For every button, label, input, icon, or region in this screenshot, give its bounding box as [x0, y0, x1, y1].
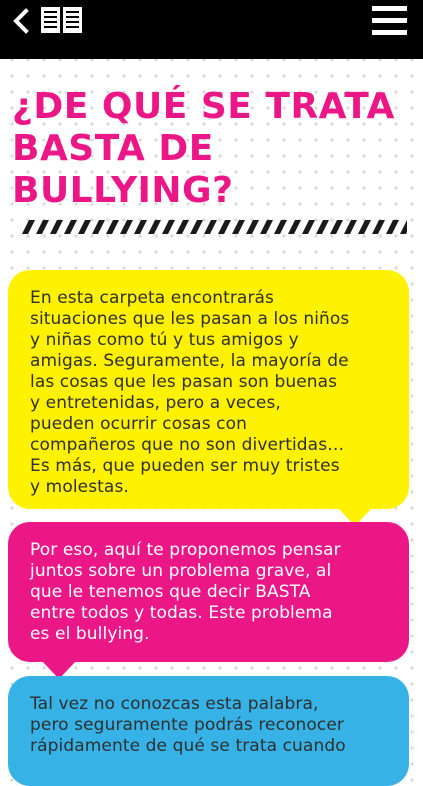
- bubble-text: En esta carpeta encontrarás situaciones …: [30, 288, 350, 497]
- hamburger-menu-icon: [372, 6, 407, 35]
- index-book-button[interactable]: [40, 6, 84, 34]
- speech-bubble-definition: Tal vez no conozcas esta palabra, pero s…: [8, 676, 409, 786]
- open-book-icon: [41, 7, 82, 33]
- speech-bubble-proposal: Por eso, aquí te proponemos pensar junto…: [8, 522, 409, 662]
- chevron-left-icon: [13, 8, 29, 34]
- back-button[interactable]: [8, 6, 36, 36]
- bubble-text: Por eso, aquí te proponemos pensar junto…: [30, 540, 341, 644]
- bubble-text: Tal vez no conozcas esta palabra, pero s…: [30, 694, 346, 756]
- striped-divider: [22, 220, 407, 234]
- menu-button[interactable]: [370, 4, 410, 38]
- top-navigation-bar: [0, 0, 423, 59]
- speech-bubble-intro: En esta carpeta encontrarás situaciones …: [8, 270, 409, 509]
- page-title: ¿DE QUÉ SE TRATA BASTA DE BULLYING?: [12, 86, 395, 211]
